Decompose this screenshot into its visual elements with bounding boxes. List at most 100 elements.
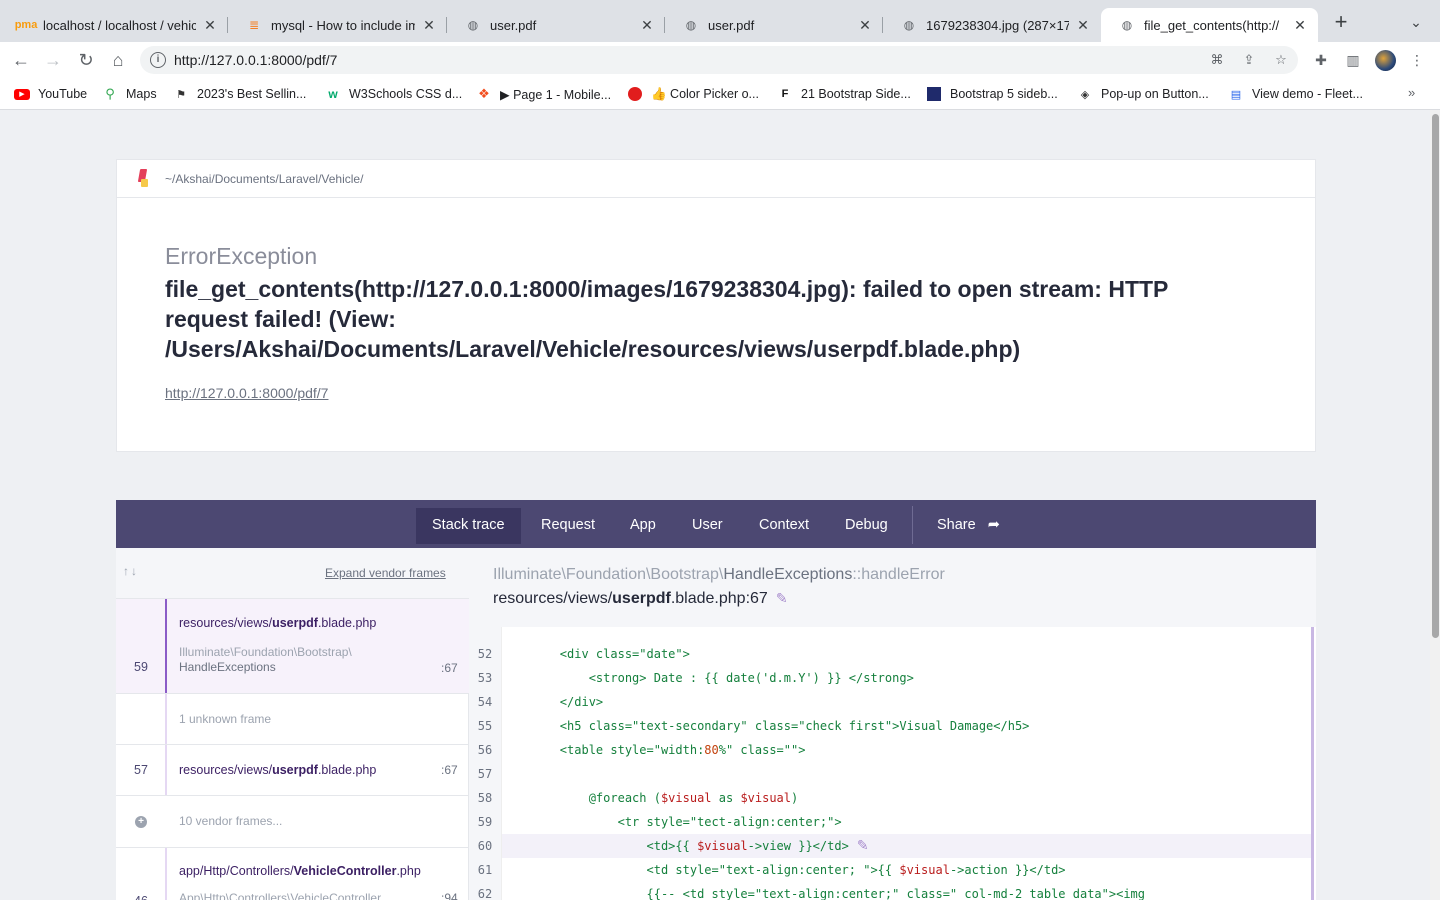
browser-toolbar: ← → ↻ ⌂ i http://127.0.0.1:8000/pdf/7 ⌘ … (0, 42, 1440, 78)
profile-avatar[interactable] (1375, 50, 1396, 71)
chevron-down-icon[interactable]: ⌄ (1406, 14, 1426, 34)
home-icon[interactable]: ⌂ (106, 48, 130, 72)
side-panel-icon[interactable]: ▥ (1344, 51, 1362, 69)
share-icon[interactable]: ⇪ (1240, 51, 1258, 69)
close-icon[interactable]: ✕ (857, 17, 873, 34)
tab-title: user.pdf (490, 17, 537, 33)
new-tab-icon[interactable]: + (1330, 11, 1352, 34)
tab-user[interactable]: User (676, 508, 739, 544)
extensions-icon[interactable]: ✚ (1312, 51, 1330, 69)
code-variable-token: $visual (899, 863, 950, 877)
bookmark-youtube[interactable]: ▶ YouTube (14, 85, 87, 103)
nav-divider (912, 506, 913, 544)
bookmark-label: 21 Bootstrap Side... (801, 87, 911, 101)
browser-tab[interactable]: ◍ user.pdf ✕ (447, 8, 665, 42)
code-line: </div> (502, 695, 604, 709)
project-path: ~/Akshai/Documents/Laravel/Vehicle/ (165, 171, 364, 186)
close-icon[interactable]: ✕ (1075, 17, 1091, 34)
browser-tab[interactable]: pma localhost / localhost / vehic ✕ (0, 8, 228, 42)
tab-request[interactable]: Request (525, 508, 611, 544)
bookmark-item[interactable]: ▤ View demo - Fleet... (1228, 85, 1363, 103)
star-icon[interactable]: ☆ (1272, 51, 1290, 69)
browser-tab[interactable]: ◍ 1679238304.jpg (287×175) ✕ (883, 8, 1101, 42)
frame-bar (165, 694, 167, 744)
bookmark-maps[interactable]: ⚲ Maps (102, 85, 156, 103)
bookmark-item[interactable]: ◈ Pop-up on Button... (1077, 85, 1209, 103)
bookmark-item[interactable]: w W3Schools CSS d... (325, 85, 462, 103)
code-line: <td style="text-align:center; ">{{ $visu… (502, 858, 1312, 882)
share-button[interactable]: Share ➦ (921, 508, 1016, 544)
address-url[interactable]: http://127.0.0.1:8000/pdf/7 (174, 52, 337, 68)
bookmark-item[interactable]: Bootstrap 5 sideb... (926, 85, 1058, 103)
code-scrollbar[interactable] (1311, 627, 1314, 900)
frame-number: 59 (134, 660, 148, 674)
card-header: ~/Akshai/Documents/Laravel/Vehicle/ (117, 160, 1315, 198)
stack-frame[interactable]: 57 resources/views/userpdf.blade.php :67 (116, 745, 469, 796)
tab-title: localhost / localhost / vehic (43, 17, 196, 33)
bookmark-icon: ▤ (1230, 88, 1242, 101)
browser-tab-active[interactable]: ◍ file_get_contents(http:// ✕ (1101, 8, 1318, 42)
reload-icon[interactable]: ↻ (74, 48, 98, 72)
expand-vendor-frames-link[interactable]: Expand vendor frames (325, 566, 446, 580)
code-token: <td style="text-align:center; ">{{ (502, 863, 900, 877)
back-arrow-icon[interactable]: ← (9, 48, 33, 72)
figma-icon: ❖ (478, 86, 490, 101)
tab-stack-trace[interactable]: Stack trace (416, 508, 521, 544)
bookmark-item[interactable]: 👍 Color Picker o... (627, 85, 759, 103)
maps-icon: ⚲ (105, 86, 115, 101)
request-url-link[interactable]: http://127.0.0.1:8000/pdf/7 (165, 385, 328, 401)
bookmark-item[interactable]: ⚑ 2023's Best Sellin... (173, 85, 306, 103)
bookmark-label: ▶ Page 1 - Mobile... (500, 87, 612, 102)
bookmark-label: Bootstrap 5 sideb... (950, 87, 1058, 101)
tab-context[interactable]: Context (743, 508, 825, 544)
unknown-frame: 1 unknown frame (116, 694, 469, 745)
tab-app[interactable]: App (614, 508, 672, 544)
code-line: <tr style="tect-align:center;"> (502, 815, 842, 829)
stack-frame[interactable]: 59 resources/views/userpdf.blade.php Ill… (116, 599, 469, 694)
class-name: HandleExceptions (723, 566, 853, 583)
vendor-frames-group[interactable]: + 10 vendor frames... (116, 796, 469, 848)
browser-tab[interactable]: ≣ mysql - How to include ima ✕ (228, 8, 447, 42)
code-token: ->view }}</td> (747, 839, 849, 853)
pencil-icon[interactable]: ✎ (776, 590, 788, 606)
info-icon[interactable]: i (150, 52, 166, 68)
bookmark-label: Pop-up on Button... (1101, 87, 1209, 101)
bookmark-label: View demo - Fleet... (1252, 87, 1363, 101)
close-icon[interactable]: ✕ (639, 17, 655, 34)
close-icon[interactable]: ✕ (202, 17, 218, 34)
forward-arrow-icon[interactable]: → (41, 48, 65, 72)
page-scrollbar-thumb[interactable] (1432, 114, 1439, 638)
close-icon[interactable]: ✕ (421, 17, 437, 34)
close-icon[interactable]: ✕ (1292, 17, 1308, 34)
bookmark-label: W3Schools CSS d... (349, 87, 463, 101)
frame-nav-arrows-icon[interactable]: ↑↓ (123, 564, 139, 578)
bookmark-item[interactable]: ❖ ▶ Page 1 - Mobile... (476, 85, 611, 103)
code-file: resources/views/userpdf.blade.php:67 ✎ (493, 590, 788, 608)
bookmark-icon (926, 86, 942, 102)
code-lines: <div class="date"> <strong> Date : {{ da… (501, 627, 1312, 900)
bookmark-item[interactable]: F 21 Bootstrap Side... (777, 85, 911, 103)
frames-list: ↑↓ Expand vendor frames 59 resources/vie… (116, 548, 469, 900)
more-menu-icon[interactable]: ⋮ (1408, 51, 1426, 69)
stack-frame[interactable]: 46 app/Http/Controllers/VehicleControlle… (116, 848, 469, 900)
line-number: 61 (477, 863, 493, 877)
frame-file: resources/views/userpdf.blade.php (179, 616, 376, 630)
line-number: 56 (477, 743, 493, 757)
file-name: userpdf (612, 590, 671, 607)
file-ext: .blade.php (317, 616, 377, 630)
code-token: @foreach ( (502, 791, 661, 805)
more-bookmarks-icon[interactable]: » (1408, 85, 1415, 100)
tab-debug[interactable]: Debug (829, 508, 904, 544)
phpmyadmin-icon: pma (14, 19, 38, 31)
code-line: <div class="date"> (502, 647, 690, 661)
tab-title: user.pdf (708, 17, 755, 33)
address-bar[interactable]: i http://127.0.0.1:8000/pdf/7 ⌘ ⇪ ☆ (140, 46, 1298, 74)
file-dir: resources/views/ (493, 590, 613, 607)
expand-plus-icon[interactable]: + (135, 816, 147, 828)
code-line: @foreach ($visual as $visual) (502, 786, 1312, 810)
file-ext: .php (396, 864, 421, 878)
browser-tab[interactable]: ◍ user.pdf ✕ (665, 8, 883, 42)
pencil-icon[interactable]: ✎ (857, 838, 869, 854)
translate-icon[interactable]: ⌘ (1208, 51, 1226, 69)
line-number: 53 (477, 671, 493, 685)
